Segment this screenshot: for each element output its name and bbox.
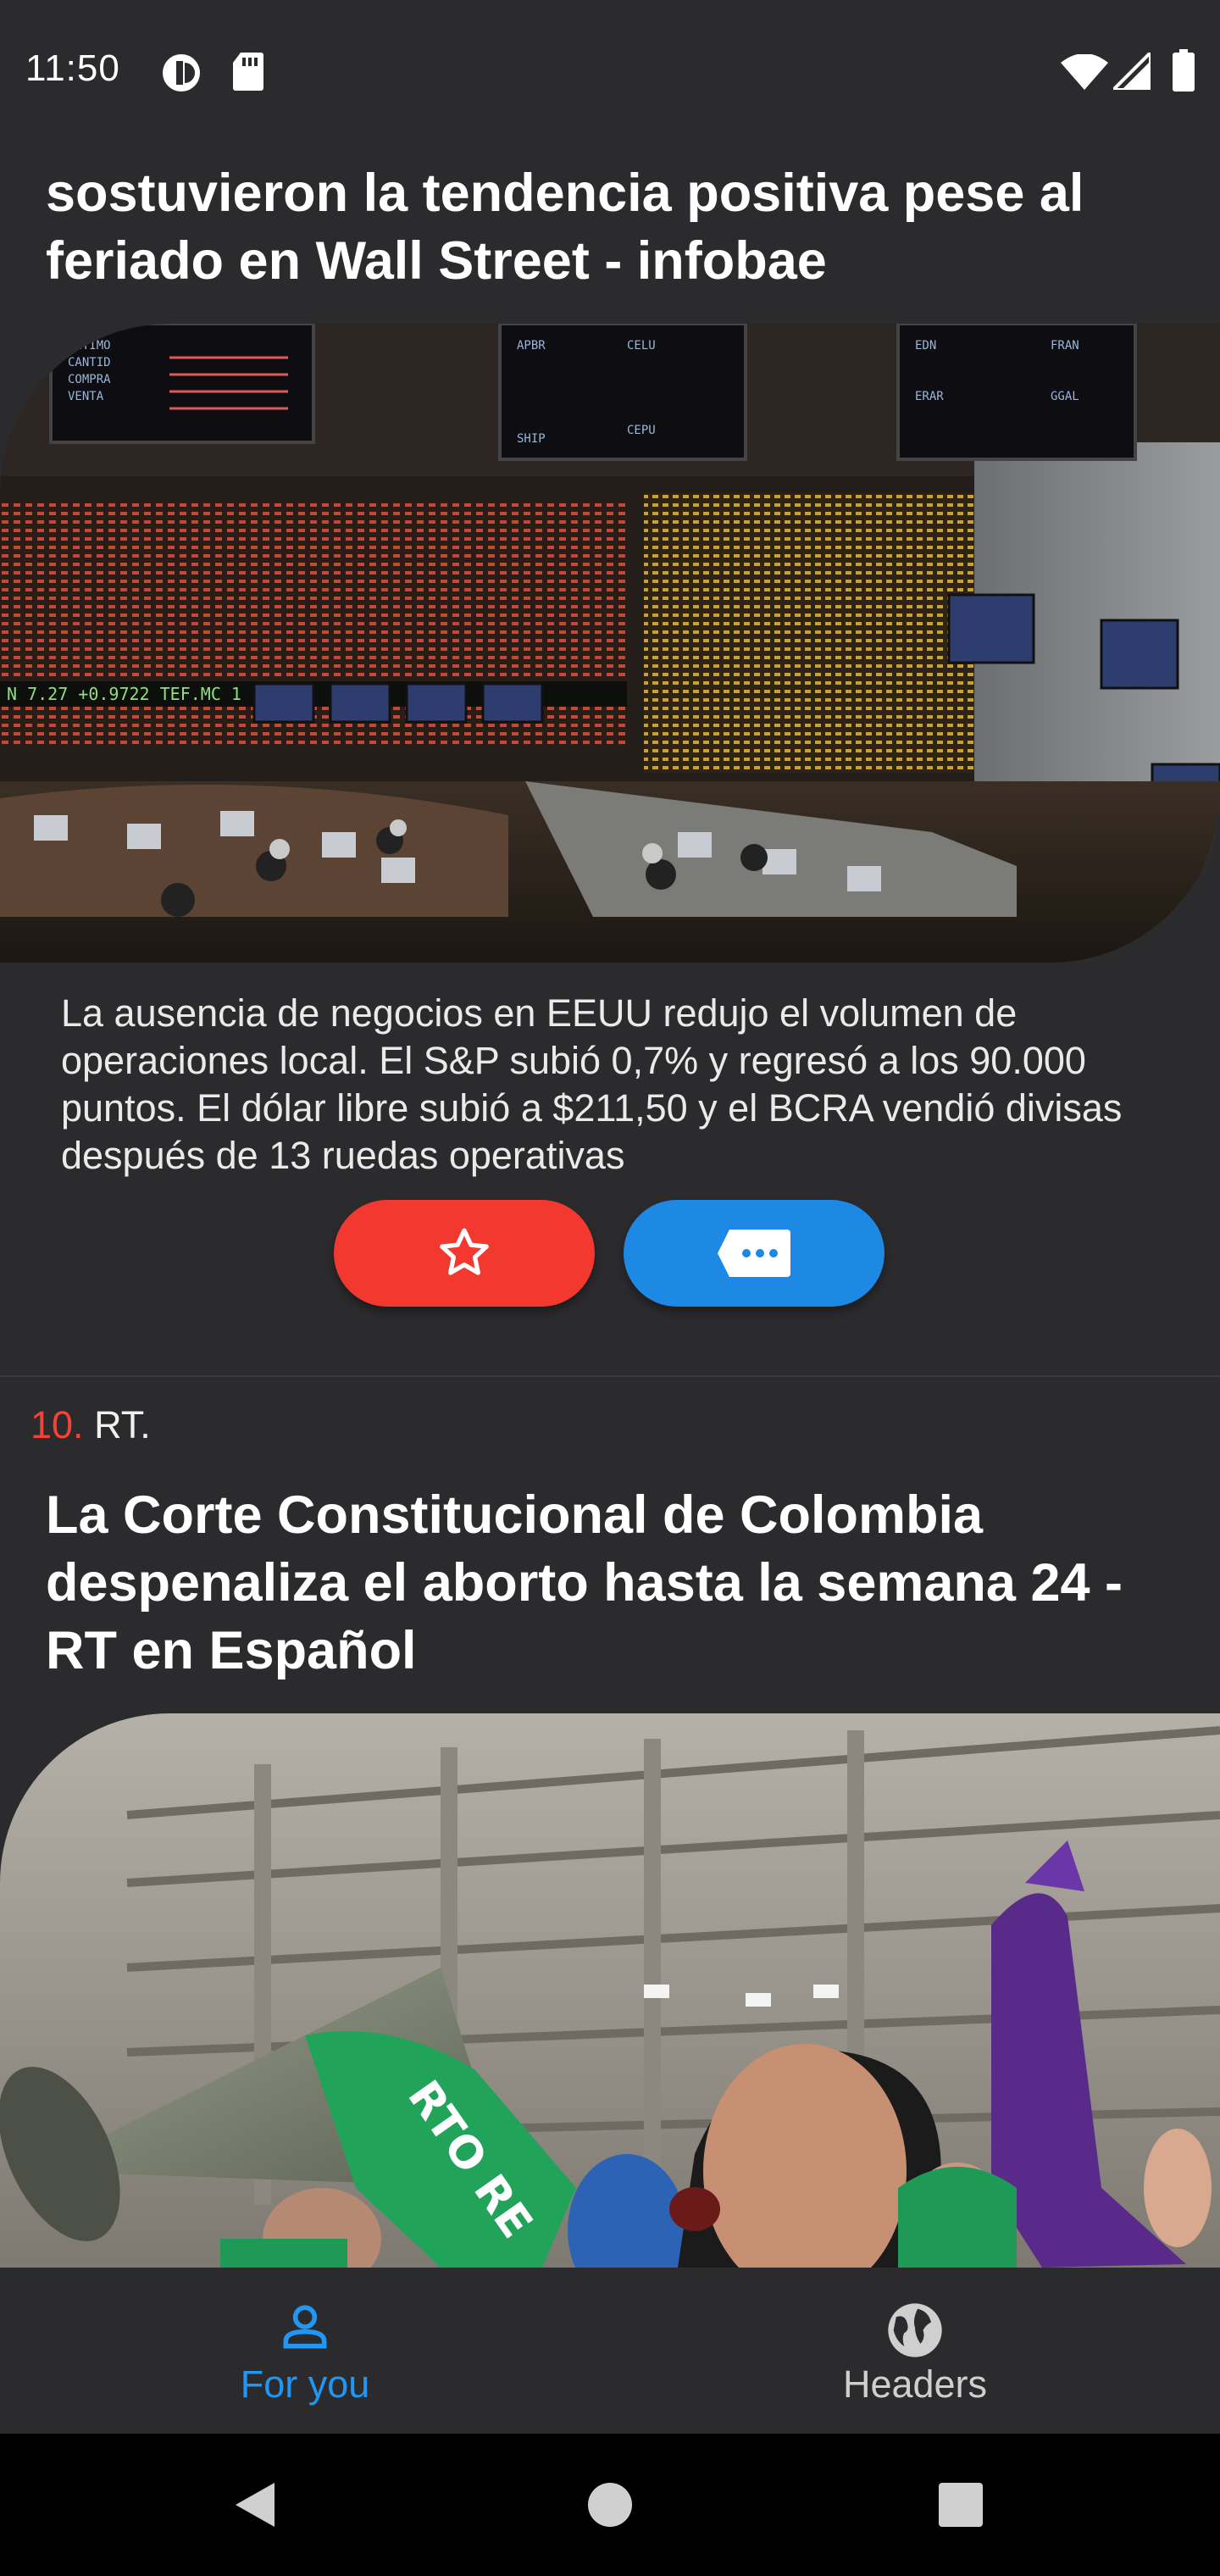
article-title[interactable]: La Corte Constitucional de Colombia desp…	[46, 1481, 1173, 1685]
comment-button[interactable]	[624, 1200, 884, 1307]
recents-button[interactable]	[893, 2434, 1029, 2576]
home-button[interactable]	[542, 2434, 678, 2576]
cell-signal-icon	[1109, 48, 1152, 94]
svg-text:SHIP: SHIP	[517, 432, 546, 446]
app-notification-icon	[161, 53, 205, 97]
article-source-line: 10. RT.	[30, 1400, 151, 1451]
globe-icon	[883, 2298, 947, 2367]
svg-text:CEPU: CEPU	[627, 424, 656, 437]
article-image-protest[interactable]: RTO RE	[0, 1713, 1220, 2268]
article-source: RT.	[94, 1403, 151, 1446]
svg-text:VENTA: VENTA	[68, 390, 104, 403]
status-time: 11:50	[25, 47, 120, 89]
battery-icon	[1173, 49, 1195, 96]
comment-icon	[718, 1230, 790, 1277]
svg-text:CELU: CELU	[627, 339, 656, 353]
article-divider	[0, 1375, 1220, 1377]
star-icon	[440, 1228, 489, 1275]
nav-tab-for-you[interactable]: For you	[0, 2268, 610, 2434]
nav-label-headers: Headers	[842, 2362, 988, 2406]
back-button[interactable]	[186, 2434, 322, 2576]
recents-square-icon	[939, 2483, 983, 2527]
article-title[interactable]: sostuvieron la tendencia positiva pese a…	[46, 159, 1173, 295]
bottom-navigation: For you Headers	[0, 2268, 1220, 2434]
article-summary: La ausencia de negocios en EEUU redujo e…	[61, 991, 1123, 1177]
back-triangle-icon	[236, 2483, 274, 2527]
svg-text:EDN: EDN	[915, 339, 936, 353]
news-feed[interactable]: sostuvieron la tendencia positiva pese a…	[0, 0, 1220, 2268]
sd-card-icon	[230, 51, 264, 96]
svg-text:APBR: APBR	[517, 339, 546, 353]
favorite-button[interactable]	[334, 1200, 595, 1307]
svg-text:GGAL: GGAL	[1051, 390, 1079, 403]
svg-text:COMPRA: COMPRA	[68, 373, 111, 386]
svg-text:CANTID: CANTID	[68, 356, 111, 369]
ticker-tape: N 7.27 +0.9722 TEF.MC 1	[7, 684, 241, 704]
article-image-trading-floor[interactable]: ULTIMO CANTID COMPRA VENTA APBR CELU CEP…	[0, 324, 1220, 963]
svg-text:ULTIMO: ULTIMO	[68, 339, 111, 353]
news-app: 11:50 sostuvieron la tendencia positiva …	[0, 0, 1220, 2576]
svg-text:ERAR: ERAR	[915, 390, 944, 403]
person-icon	[276, 2298, 334, 2360]
article-rank: 10.	[30, 1403, 84, 1446]
nav-label-for-you: For you	[240, 2362, 370, 2406]
status-bar: 11:50	[0, 0, 1220, 146]
home-circle-icon	[588, 2483, 632, 2527]
svg-text:FRAN: FRAN	[1051, 339, 1079, 353]
nav-tab-headers[interactable]: Headers	[610, 2268, 1220, 2434]
system-navigation-bar	[0, 2434, 1220, 2576]
wifi-icon	[1061, 53, 1108, 94]
